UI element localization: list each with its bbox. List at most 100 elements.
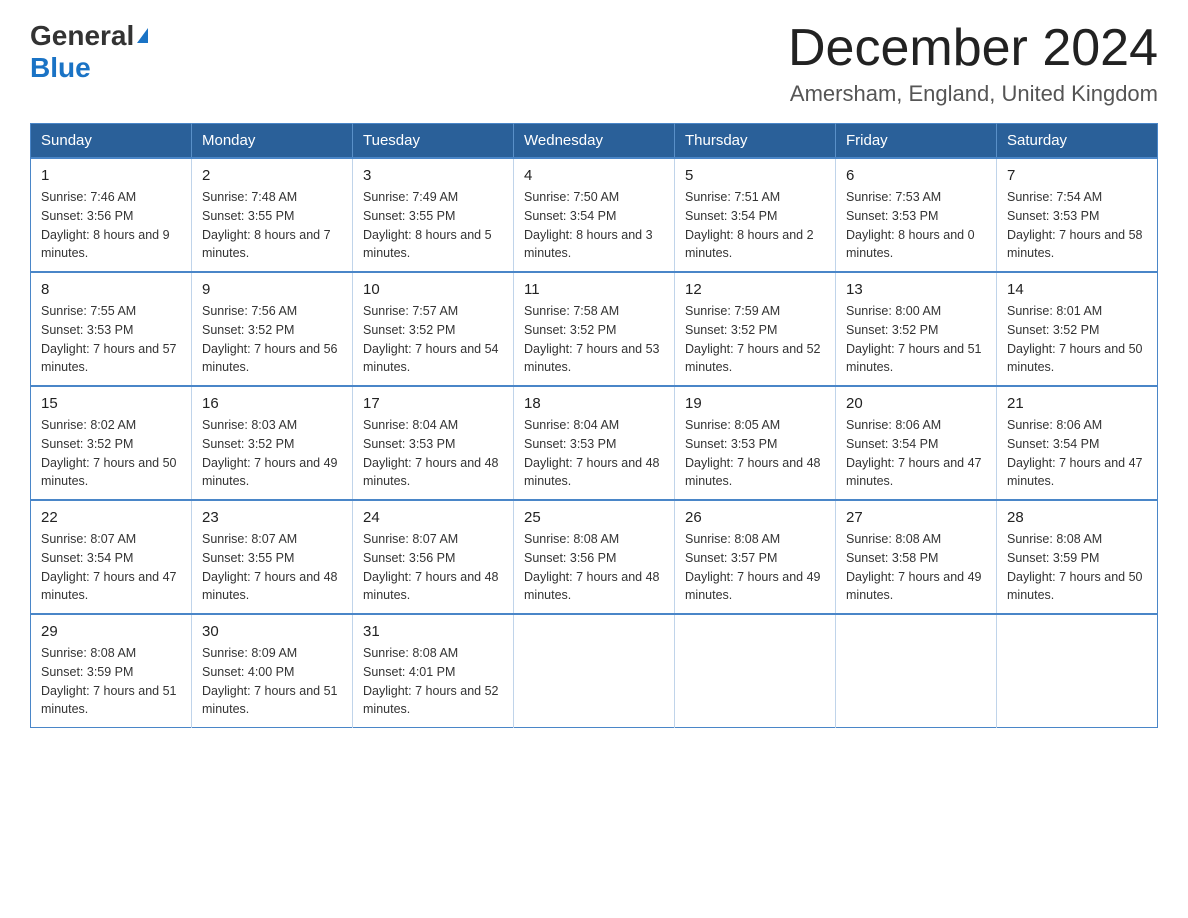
calendar-cell: 28 Sunrise: 8:08 AMSunset: 3:59 PMDayligh…: [997, 500, 1158, 614]
day-info: Sunrise: 8:07 AMSunset: 3:54 PMDaylight:…: [41, 530, 181, 605]
col-header-friday: Friday: [836, 124, 997, 159]
calendar-week-row: 1 Sunrise: 7:46 AMSunset: 3:56 PMDaylight…: [31, 158, 1158, 272]
day-info: Sunrise: 8:07 AMSunset: 3:56 PMDaylight:…: [363, 530, 503, 605]
day-number: 24: [363, 509, 503, 526]
day-number: 2: [202, 167, 342, 184]
day-number: 29: [41, 623, 181, 640]
calendar-cell: 5Sunrise: 7:51 AMSunset: 3:54 PMDaylight…: [675, 158, 836, 272]
day-info: Sunrise: 8:02 AMSunset: 3:52 PMDaylight:…: [41, 416, 181, 491]
day-number: 19: [685, 395, 825, 412]
day-number: 27: [846, 509, 986, 526]
day-number: 13: [846, 281, 986, 298]
day-number: 9: [202, 281, 342, 298]
day-info: Sunrise: 8:06 AMSunset: 3:54 PMDaylight:…: [1007, 416, 1147, 491]
day-info: Sunrise: 8:08 AMSunset: 3:56 PMDaylight:…: [524, 530, 664, 605]
calendar-cell: [514, 614, 675, 728]
day-number: 10: [363, 281, 503, 298]
day-number: 26: [685, 509, 825, 526]
calendar-table: SundayMondayTuesdayWednesdayThursdayFrid…: [30, 123, 1158, 728]
day-number: 11: [524, 281, 664, 298]
calendar-cell: 7Sunrise: 7:54 AMSunset: 3:53 PMDaylight…: [997, 158, 1158, 272]
day-info: Sunrise: 8:08 AMSunset: 3:59 PMDaylight:…: [1007, 530, 1147, 605]
calendar-cell: 17 Sunrise: 8:04 AMSunset: 3:53 PMDayligh…: [353, 386, 514, 500]
day-number: 23: [202, 509, 342, 526]
calendar-week-row: 29 Sunrise: 8:08 AMSunset: 3:59 PMDayligh…: [31, 614, 1158, 728]
col-header-thursday: Thursday: [675, 124, 836, 159]
day-number: 28: [1007, 509, 1147, 526]
col-header-sunday: Sunday: [31, 124, 192, 159]
logo: General Blue: [30, 20, 148, 84]
calendar-cell: 14 Sunrise: 8:01 AMSunset: 3:52 PMDayligh…: [997, 272, 1158, 386]
calendar-cell: 18Sunrise: 8:04 AMSunset: 3:53 PMDayligh…: [514, 386, 675, 500]
day-info: Sunrise: 8:06 AMSunset: 3:54 PMDaylight:…: [846, 416, 986, 491]
calendar-cell: 6Sunrise: 7:53 AMSunset: 3:53 PMDaylight…: [836, 158, 997, 272]
calendar-cell: 24 Sunrise: 8:07 AMSunset: 3:56 PMDayligh…: [353, 500, 514, 614]
calendar-week-row: 15 Sunrise: 8:02 AMSunset: 3:52 PMDayligh…: [31, 386, 1158, 500]
col-header-saturday: Saturday: [997, 124, 1158, 159]
day-info: Sunrise: 7:50 AMSunset: 3:54 PMDaylight:…: [524, 188, 664, 263]
day-number: 15: [41, 395, 181, 412]
day-number: 3: [363, 167, 503, 184]
calendar-header-row: SundayMondayTuesdayWednesdayThursdayFrid…: [31, 124, 1158, 159]
calendar-cell: 27 Sunrise: 8:08 AMSunset: 3:58 PMDayligh…: [836, 500, 997, 614]
day-number: 8: [41, 281, 181, 298]
title-block: December 2024 Amersham, England, United …: [788, 20, 1158, 107]
day-number: 14: [1007, 281, 1147, 298]
logo-general-text: General: [30, 20, 134, 52]
calendar-cell: 31 Sunrise: 8:08 AMSunset: 4:01 PMDayligh…: [353, 614, 514, 728]
calendar-subtitle: Amersham, England, United Kingdom: [788, 81, 1158, 107]
calendar-cell: [675, 614, 836, 728]
day-info: Sunrise: 7:49 AMSunset: 3:55 PMDaylight:…: [363, 188, 503, 263]
day-number: 21: [1007, 395, 1147, 412]
calendar-cell: 16 Sunrise: 8:03 AMSunset: 3:52 PMDayligh…: [192, 386, 353, 500]
calendar-cell: 22 Sunrise: 8:07 AMSunset: 3:54 PMDayligh…: [31, 500, 192, 614]
calendar-cell: 12Sunrise: 7:59 AMSunset: 3:52 PMDayligh…: [675, 272, 836, 386]
col-header-wednesday: Wednesday: [514, 124, 675, 159]
day-info: Sunrise: 7:51 AMSunset: 3:54 PMDaylight:…: [685, 188, 825, 263]
col-header-monday: Monday: [192, 124, 353, 159]
day-info: Sunrise: 8:03 AMSunset: 3:52 PMDaylight:…: [202, 416, 342, 491]
day-info: Sunrise: 8:08 AMSunset: 4:01 PMDaylight:…: [363, 644, 503, 719]
calendar-cell: [997, 614, 1158, 728]
day-info: Sunrise: 7:55 AMSunset: 3:53 PMDaylight:…: [41, 302, 181, 377]
day-number: 18: [524, 395, 664, 412]
day-number: 17: [363, 395, 503, 412]
calendar-cell: 9 Sunrise: 7:56 AMSunset: 3:52 PMDaylight…: [192, 272, 353, 386]
day-info: Sunrise: 7:56 AMSunset: 3:52 PMDaylight:…: [202, 302, 342, 377]
calendar-cell: 19 Sunrise: 8:05 AMSunset: 3:53 PMDayligh…: [675, 386, 836, 500]
calendar-cell: 25 Sunrise: 8:08 AMSunset: 3:56 PMDayligh…: [514, 500, 675, 614]
calendar-cell: 2 Sunrise: 7:48 AMSunset: 3:55 PMDaylight…: [192, 158, 353, 272]
page-header: General Blue December 2024 Amersham, Eng…: [30, 20, 1158, 107]
calendar-cell: 15 Sunrise: 8:02 AMSunset: 3:52 PMDayligh…: [31, 386, 192, 500]
logo-arrow-icon: [137, 28, 148, 43]
day-number: 30: [202, 623, 342, 640]
calendar-cell: 20Sunrise: 8:06 AMSunset: 3:54 PMDayligh…: [836, 386, 997, 500]
day-number: 12: [685, 281, 825, 298]
day-number: 1: [41, 167, 181, 184]
day-info: Sunrise: 8:01 AMSunset: 3:52 PMDaylight:…: [1007, 302, 1147, 377]
day-number: 31: [363, 623, 503, 640]
calendar-week-row: 8 Sunrise: 7:55 AMSunset: 3:53 PMDaylight…: [31, 272, 1158, 386]
day-number: 7: [1007, 167, 1147, 184]
calendar-cell: 11 Sunrise: 7:58 AMSunset: 3:52 PMDayligh…: [514, 272, 675, 386]
day-info: Sunrise: 7:58 AMSunset: 3:52 PMDaylight:…: [524, 302, 664, 377]
day-info: Sunrise: 8:05 AMSunset: 3:53 PMDaylight:…: [685, 416, 825, 491]
day-number: 25: [524, 509, 664, 526]
day-info: Sunrise: 8:00 AMSunset: 3:52 PMDaylight:…: [846, 302, 986, 377]
day-info: Sunrise: 7:57 AMSunset: 3:52 PMDaylight:…: [363, 302, 503, 377]
day-info: Sunrise: 7:46 AMSunset: 3:56 PMDaylight:…: [41, 188, 181, 263]
calendar-cell: 8 Sunrise: 7:55 AMSunset: 3:53 PMDaylight…: [31, 272, 192, 386]
calendar-title: December 2024: [788, 20, 1158, 77]
calendar-cell: 21 Sunrise: 8:06 AMSunset: 3:54 PMDayligh…: [997, 386, 1158, 500]
calendar-cell: 10 Sunrise: 7:57 AMSunset: 3:52 PMDayligh…: [353, 272, 514, 386]
calendar-cell: 13 Sunrise: 8:00 AMSunset: 3:52 PMDayligh…: [836, 272, 997, 386]
day-info: Sunrise: 8:08 AMSunset: 3:57 PMDaylight:…: [685, 530, 825, 605]
calendar-week-row: 22 Sunrise: 8:07 AMSunset: 3:54 PMDayligh…: [31, 500, 1158, 614]
day-number: 16: [202, 395, 342, 412]
day-number: 4: [524, 167, 664, 184]
day-info: Sunrise: 8:04 AMSunset: 3:53 PMDaylight:…: [363, 416, 503, 491]
day-info: Sunrise: 8:08 AMSunset: 3:59 PMDaylight:…: [41, 644, 181, 719]
day-number: 22: [41, 509, 181, 526]
day-info: Sunrise: 8:08 AMSunset: 3:58 PMDaylight:…: [846, 530, 986, 605]
day-info: Sunrise: 7:48 AMSunset: 3:55 PMDaylight:…: [202, 188, 342, 263]
